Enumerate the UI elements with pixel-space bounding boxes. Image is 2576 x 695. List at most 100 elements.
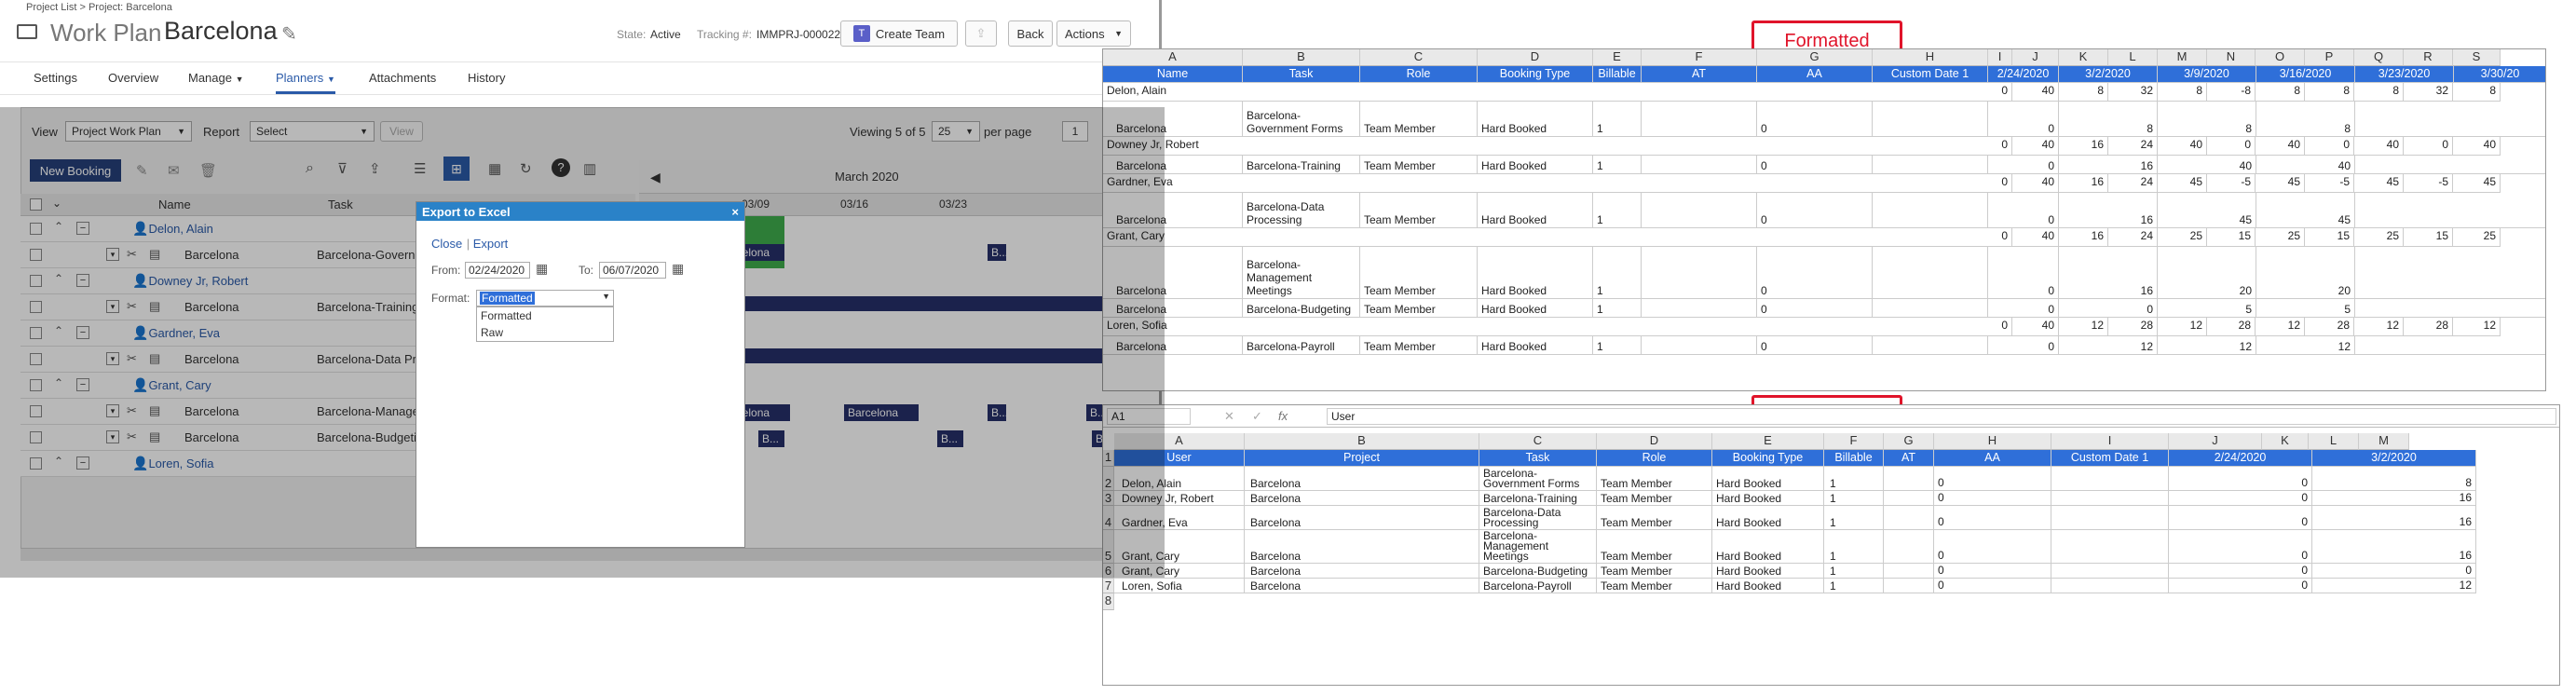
cancel-icon[interactable]: ✕ [1224, 409, 1234, 424]
role-cell[interactable]: Team Member [1597, 467, 1712, 491]
number-cell[interactable]: 16 [2059, 137, 2108, 156]
number-cell[interactable]: 8 [2256, 102, 2355, 137]
number-cell[interactable]: 40 [2256, 137, 2305, 156]
number-cell[interactable]: 0 [1988, 193, 2059, 228]
number-cell[interactable]: 0 [1988, 318, 2012, 336]
number-cell[interactable]: -5 [2207, 174, 2256, 193]
number-cell[interactable]: 16 [2059, 247, 2158, 299]
number-cell[interactable]: 8 [2158, 102, 2256, 137]
number-cell[interactable]: 16 [2312, 491, 2476, 506]
custom-date-cell[interactable] [1873, 299, 1988, 318]
number-cell[interactable]: 8 [2312, 467, 2476, 491]
task-cell[interactable]: Barcelona-Management Meetings [1243, 247, 1360, 299]
task-cell[interactable]: Barcelona-Government Forms [1243, 102, 1360, 137]
project-cell[interactable]: Barcelona [1245, 467, 1479, 491]
empty-cell[interactable] [2355, 156, 2545, 174]
number-cell[interactable]: 0 [2059, 299, 2158, 318]
number-cell[interactable]: 25 [2256, 228, 2305, 247]
task-cell[interactable]: Barcelona-Training [1243, 156, 1360, 174]
aa-cell[interactable]: 0 [1934, 506, 2051, 530]
tab-history[interactable]: History [468, 71, 505, 85]
number-cell[interactable]: 40 [2158, 137, 2207, 156]
column-letter[interactable]: R [2404, 49, 2453, 66]
column-letter[interactable]: J [2012, 49, 2059, 66]
column-letter[interactable]: L [2108, 49, 2158, 66]
custom-date-cell[interactable] [2051, 579, 2169, 593]
aa-cell[interactable]: 0 [1757, 156, 1873, 174]
close-icon[interactable]: × [731, 205, 739, 219]
column-letter[interactable]: S [2453, 49, 2501, 66]
bill-cell[interactable]: 1 [1593, 102, 1642, 137]
column-letter[interactable]: B [1245, 433, 1479, 450]
at-cell[interactable] [1642, 102, 1757, 137]
custom-date-cell[interactable] [2051, 530, 2169, 564]
number-cell[interactable]: 40 [2256, 156, 2355, 174]
number-cell[interactable]: 40 [2012, 174, 2059, 193]
number-cell[interactable]: 8 [2354, 83, 2404, 102]
bt-cell[interactable]: Hard Booked [1478, 336, 1593, 355]
at-cell[interactable] [1884, 564, 1934, 579]
number-cell[interactable]: 12 [2256, 318, 2305, 336]
number-cell[interactable]: 8 [2305, 83, 2354, 102]
header-cell[interactable]: Name [1103, 66, 1243, 83]
at-cell[interactable] [1642, 336, 1757, 355]
number-cell[interactable]: 40 [2158, 156, 2256, 174]
number-cell[interactable]: 45 [2158, 174, 2207, 193]
column-letter[interactable]: I [1988, 49, 2012, 66]
task-cell[interactable]: Barcelona-Budgeting [1243, 299, 1360, 318]
aa-cell[interactable]: 0 [1934, 579, 2051, 593]
project-cell[interactable]: Barcelona [1245, 506, 1479, 530]
task-cell[interactable]: Barcelona-Training [1479, 491, 1597, 506]
export-link[interactable]: Export [473, 237, 509, 251]
aa-cell[interactable]: 0 [1934, 530, 2051, 564]
number-cell[interactable]: 16 [2059, 228, 2108, 247]
number-cell[interactable]: 0 [1988, 299, 2059, 318]
number-cell[interactable]: 20 [2256, 247, 2355, 299]
column-letter[interactable]: C [1479, 433, 1597, 450]
role-cell[interactable]: Team Member [1360, 193, 1478, 228]
column-letter[interactable]: D [1478, 49, 1593, 66]
column-letter[interactable]: G [1757, 49, 1873, 66]
column-letter[interactable]: E [1712, 433, 1824, 450]
number-cell[interactable]: -5 [2404, 174, 2453, 193]
number-cell[interactable]: 28 [2404, 318, 2453, 336]
empty-cell[interactable] [2355, 193, 2545, 228]
calendar-icon[interactable]: ▦ [536, 261, 548, 277]
header-cell[interactable]: 2/24/2020 [2169, 450, 2312, 467]
bill-cell[interactable]: 1 [1593, 156, 1642, 174]
at-cell[interactable] [1642, 193, 1757, 228]
tab-overview[interactable]: Overview [108, 71, 158, 85]
number-cell[interactable]: 0 [2169, 530, 2312, 564]
at-cell[interactable] [1884, 530, 1934, 564]
number-cell[interactable]: 16 [2059, 174, 2108, 193]
task-cell[interactable]: Barcelona-Payroll [1243, 336, 1360, 355]
format-option-formatted[interactable]: Formatted [477, 307, 613, 324]
at-cell[interactable] [1642, 247, 1757, 299]
header-cell[interactable]: 3/2/2020 [2059, 66, 2158, 83]
aa-cell[interactable]: 0 [1757, 102, 1873, 137]
header-cell[interactable]: Billable [1593, 66, 1642, 83]
header-cell[interactable]: 3/16/2020 [2256, 66, 2355, 83]
aa-cell[interactable]: 0 [1934, 467, 2051, 491]
at-cell[interactable] [1884, 467, 1934, 491]
number-cell[interactable]: 0 [2312, 564, 2476, 579]
role-cell[interactable]: Team Member [1597, 491, 1712, 506]
role-cell[interactable]: Team Member [1597, 564, 1712, 579]
number-cell[interactable]: 24 [2108, 137, 2158, 156]
number-cell[interactable]: 45 [2256, 174, 2305, 193]
close-link[interactable]: Close [431, 237, 462, 251]
number-cell[interactable]: 12 [2158, 336, 2256, 355]
bill-cell[interactable]: 1 [1824, 467, 1884, 491]
aa-cell[interactable]: 0 [1934, 564, 2051, 579]
bt-cell[interactable]: Hard Booked [1478, 102, 1593, 137]
bill-cell[interactable]: 1 [1824, 579, 1884, 593]
custom-date-cell[interactable] [1873, 156, 1988, 174]
aa-cell[interactable]: 0 [1934, 491, 2051, 506]
role-cell[interactable]: Team Member [1360, 299, 1478, 318]
format-select[interactable]: Formatted ▼ [476, 290, 614, 307]
number-cell[interactable]: 40 [2012, 137, 2059, 156]
column-letter[interactable]: M [2359, 433, 2409, 450]
bill-cell[interactable]: 1 [1593, 193, 1642, 228]
custom-date-cell[interactable] [1873, 193, 1988, 228]
number-cell[interactable]: 8 [2059, 83, 2108, 102]
